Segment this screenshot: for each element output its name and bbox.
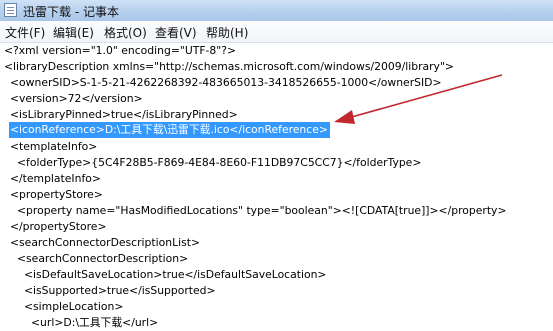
text-line: </propertyStore> — [10, 220, 107, 233]
window-title: 迅雷下载 - 记事本 — [23, 5, 119, 19]
text-editor[interactable]: <?xml version="1.0" encoding="UTF-8"?> <… — [0, 43, 553, 329]
text-line: <url>D:\工具下载</url> — [31, 316, 159, 329]
text-line: <isLibraryPinned>true</isLibraryPinned> — [10, 108, 238, 121]
text-line: <version>72</version> — [10, 92, 143, 105]
menu-format[interactable]: 格式(O) — [104, 24, 147, 41]
text-line: <libraryDescription xmlns="http://schema… — [4, 60, 454, 73]
text-line: <propertyStore> — [10, 188, 103, 201]
text-line: <simpleLocation> — [24, 300, 124, 313]
text-line: <isSupported>true</isSupported> — [24, 284, 216, 297]
menu-view[interactable]: 查看(V) — [155, 24, 197, 41]
text-line: <isDefaultSaveLocation>true</isDefaultSa… — [24, 268, 327, 281]
text-line: </templateInfo> — [10, 172, 101, 185]
notepad-icon — [4, 3, 17, 17]
text-line: <folderType>{5C4F28B5-F869-4E84-8E60-F11… — [17, 156, 422, 169]
menu-edit[interactable]: 编辑(E) — [53, 24, 94, 41]
menu-bar: 文件(F) 编辑(E) 格式(O) 查看(V) 帮助(H) — [0, 21, 553, 43]
text-line: <searchConnectorDescription> — [17, 252, 189, 265]
text-line: <property name="HasModifiedLocations" ty… — [17, 204, 507, 217]
text-line: <searchConnectorDescriptionList> — [10, 236, 201, 249]
text-line: <?xml version="1.0" encoding="UTF-8"?> — [4, 44, 237, 57]
selected-text-line[interactable]: <iconReference>D:\工具下载\迅雷下载.ico</iconRef… — [9, 122, 330, 138]
title-bar: 迅雷下载 - 记事本 — [0, 0, 553, 22]
text-line: <templateInfo> — [10, 140, 98, 153]
menu-help[interactable]: 帮助(H) — [206, 24, 248, 41]
menu-file[interactable]: 文件(F) — [5, 24, 45, 41]
text-line: <ownerSID>S-1-5-21-4262268392-483665013-… — [10, 76, 442, 89]
